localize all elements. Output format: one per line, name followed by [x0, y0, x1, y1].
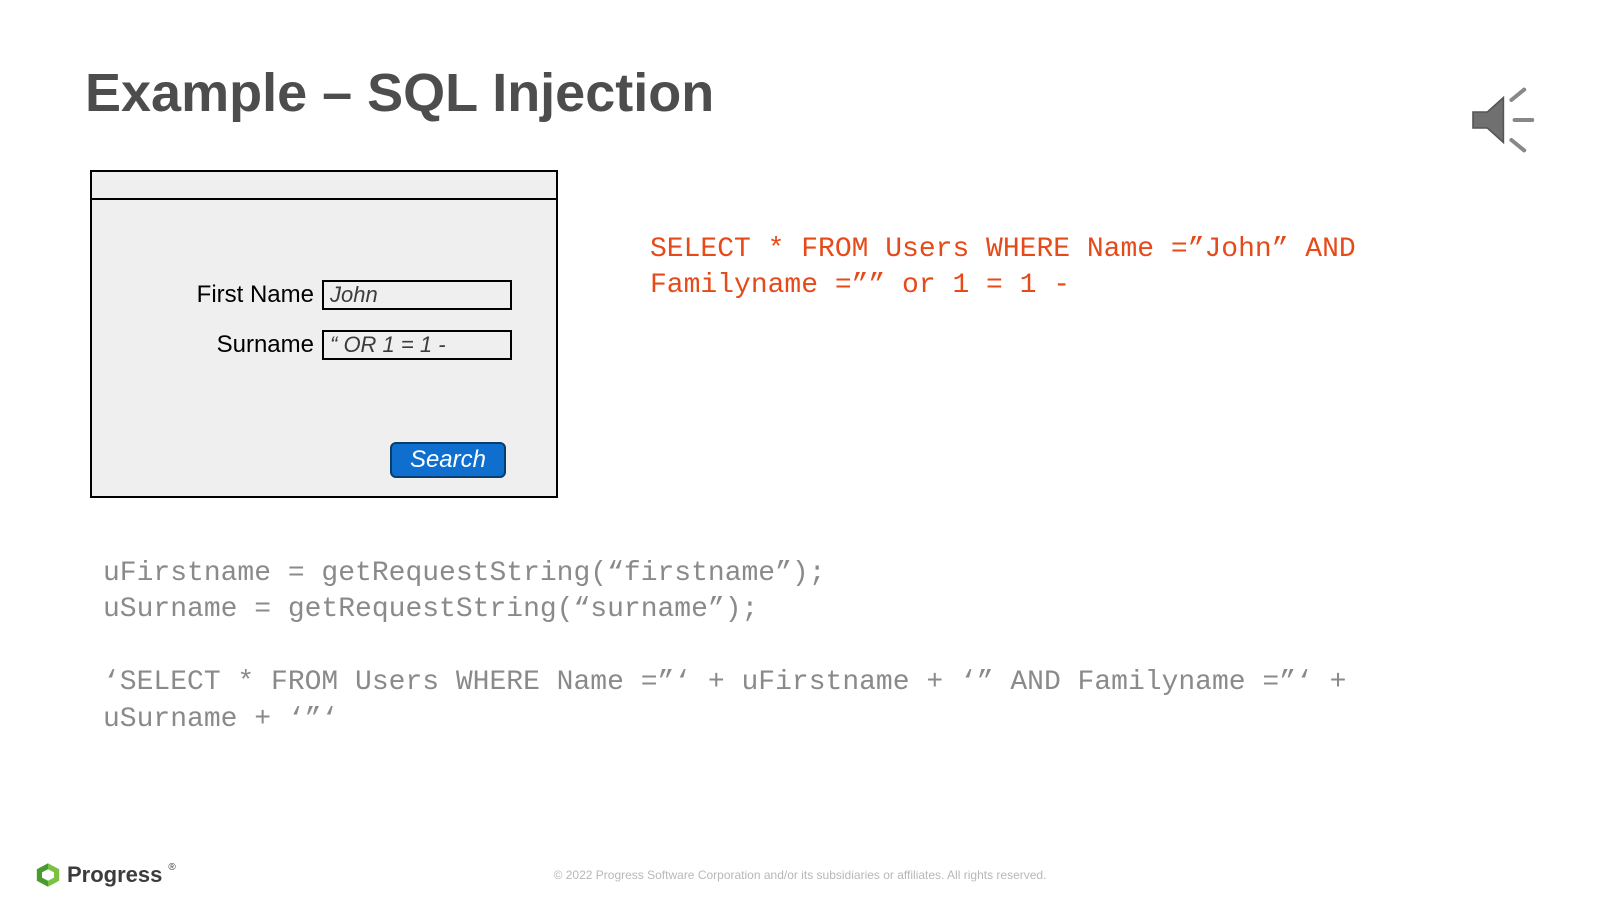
search-button[interactable]: Search — [390, 442, 506, 478]
first-name-label: First Name — [92, 281, 322, 309]
window-body: First Name John Surname “ OR 1 = 1 - Sea… — [92, 200, 556, 496]
search-form-window: First Name John Surname “ OR 1 = 1 - Sea… — [90, 170, 558, 498]
slide: Example – SQL Injection First Name John … — [0, 0, 1600, 900]
surname-row: Surname “ OR 1 = 1 - — [92, 330, 556, 360]
slide-title: Example – SQL Injection — [85, 62, 714, 124]
surname-value: “ OR 1 = 1 - — [330, 332, 446, 358]
copyright-text: © 2022 Progress Software Corporation and… — [554, 868, 1047, 882]
brand-logo: Progress ® — [35, 862, 176, 888]
resulting-sql: SELECT * FROM Users WHERE Name =”John” A… — [650, 232, 1460, 305]
code-block: uFirstname = getRequestString(“firstname… — [103, 556, 1423, 738]
first-name-input[interactable]: John — [322, 280, 512, 310]
brand-name: Progress — [67, 862, 162, 888]
search-button-label: Search — [410, 446, 486, 473]
first-name-row: First Name John — [92, 280, 556, 310]
registered-mark: ® — [168, 862, 175, 873]
surname-input[interactable]: “ OR 1 = 1 - — [322, 330, 512, 360]
window-titlebar — [92, 172, 556, 200]
progress-logo-icon — [35, 862, 61, 888]
first-name-value: John — [330, 282, 378, 308]
footer: Progress ® © 2022 Progress Software Corp… — [0, 840, 1600, 900]
surname-label: Surname — [92, 331, 322, 359]
speaker-icon — [1465, 80, 1545, 160]
